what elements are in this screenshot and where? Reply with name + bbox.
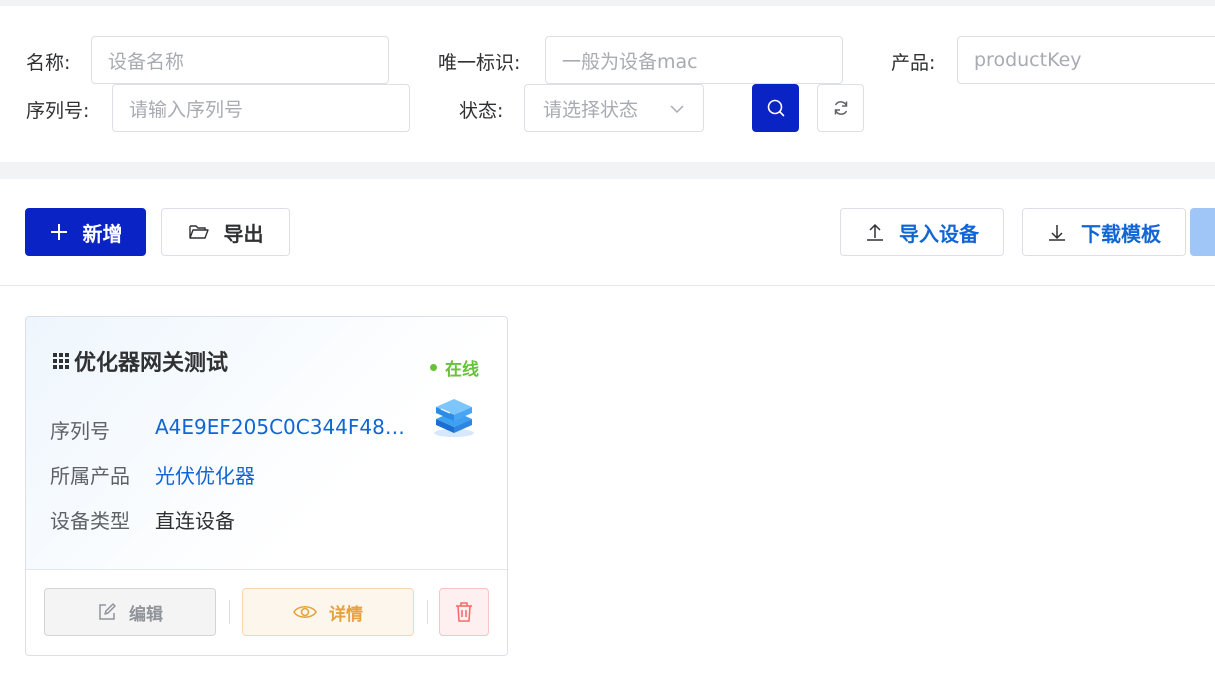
action-separator bbox=[427, 600, 428, 624]
status-badge: 在线 bbox=[430, 355, 479, 380]
type-value: 直连设备 bbox=[155, 509, 235, 533]
device-title: 优化器网关测试 bbox=[52, 345, 228, 377]
search-icon bbox=[767, 99, 784, 117]
import-device-button[interactable]: 导入设备 bbox=[840, 208, 1004, 256]
delete-button[interactable] bbox=[439, 588, 489, 636]
folder-open-icon bbox=[188, 225, 209, 239]
trash-icon bbox=[456, 602, 472, 622]
device-card[interactable]: 优化器网关测试 在线 序列号 A4E9EF205C0C344F4834… 所属产… bbox=[25, 316, 508, 656]
product-label: 产品: bbox=[891, 52, 936, 74]
name-label: 名称: bbox=[26, 52, 71, 74]
add-button[interactable]: 新增 bbox=[25, 208, 146, 256]
search-panel: 名称: 设备名称 唯一标识: 一般为设备mac 产品: productKey 序… bbox=[0, 6, 1215, 162]
import-device-label: 导入设备 bbox=[899, 221, 979, 246]
device-list-panel: 新增 导出 导入设备 下载模板 优化器网关测试 在线 序列号 A4E9EF205… bbox=[0, 179, 1215, 673]
status-text: 在线 bbox=[445, 360, 479, 380]
edit-button[interactable]: 编辑 bbox=[44, 588, 216, 636]
product-input-placeholder: productKey bbox=[974, 49, 1082, 71]
product-input[interactable]: productKey bbox=[957, 36, 1215, 84]
upload-icon bbox=[867, 223, 883, 241]
refresh-icon bbox=[834, 101, 847, 115]
detail-button[interactable]: 详情 bbox=[242, 588, 414, 636]
name-input-placeholder: 设备名称 bbox=[108, 50, 185, 73]
device-name: 优化器网关测试 bbox=[74, 351, 229, 376]
search-button[interactable] bbox=[752, 84, 799, 132]
card-actions: 编辑 详情 bbox=[26, 569, 507, 655]
serial-label: 序列号: bbox=[26, 100, 90, 122]
status-label: 状态: bbox=[459, 100, 504, 122]
type-key: 设备类型 bbox=[50, 509, 130, 533]
status-dot bbox=[430, 364, 437, 371]
uid-label: 唯一标识: bbox=[438, 52, 521, 74]
serial-key: 序列号 bbox=[50, 419, 110, 443]
product-key: 所属产品 bbox=[50, 464, 130, 488]
uid-input-placeholder: 一般为设备mac bbox=[562, 50, 698, 73]
download-template-button[interactable]: 下载模板 bbox=[1022, 208, 1186, 256]
eye-icon bbox=[293, 605, 317, 619]
edit-label: 编辑 bbox=[129, 604, 163, 625]
grid-icon bbox=[53, 353, 69, 369]
export-button[interactable]: 导出 bbox=[161, 208, 290, 256]
download-template-label: 下载模板 bbox=[1081, 221, 1161, 246]
name-input[interactable]: 设备名称 bbox=[91, 36, 389, 84]
detail-label: 详情 bbox=[329, 604, 363, 625]
serial-input[interactable]: 请输入序列号 bbox=[112, 84, 410, 132]
reset-button[interactable] bbox=[817, 84, 864, 132]
action-separator bbox=[229, 600, 230, 624]
add-button-label: 新增 bbox=[82, 221, 123, 246]
edit-icon bbox=[99, 603, 116, 620]
chevron-down-icon bbox=[670, 105, 684, 114]
status-select[interactable]: 请选择状态 bbox=[524, 84, 704, 132]
download-icon bbox=[1049, 225, 1065, 241]
status-select-placeholder: 请选择状态 bbox=[543, 98, 639, 121]
more-button-partial[interactable] bbox=[1190, 208, 1215, 256]
serial-input-placeholder: 请输入序列号 bbox=[129, 98, 244, 121]
plus-icon bbox=[50, 224, 67, 240]
export-button-label: 导出 bbox=[223, 221, 264, 246]
serial-value[interactable]: A4E9EF205C0C344F4834… bbox=[155, 415, 417, 439]
uid-input[interactable]: 一般为设备mac bbox=[545, 36, 843, 84]
toolbar-divider bbox=[0, 285, 1215, 286]
device-icon bbox=[434, 399, 474, 437]
product-value[interactable]: 光伏优化器 bbox=[155, 460, 255, 489]
